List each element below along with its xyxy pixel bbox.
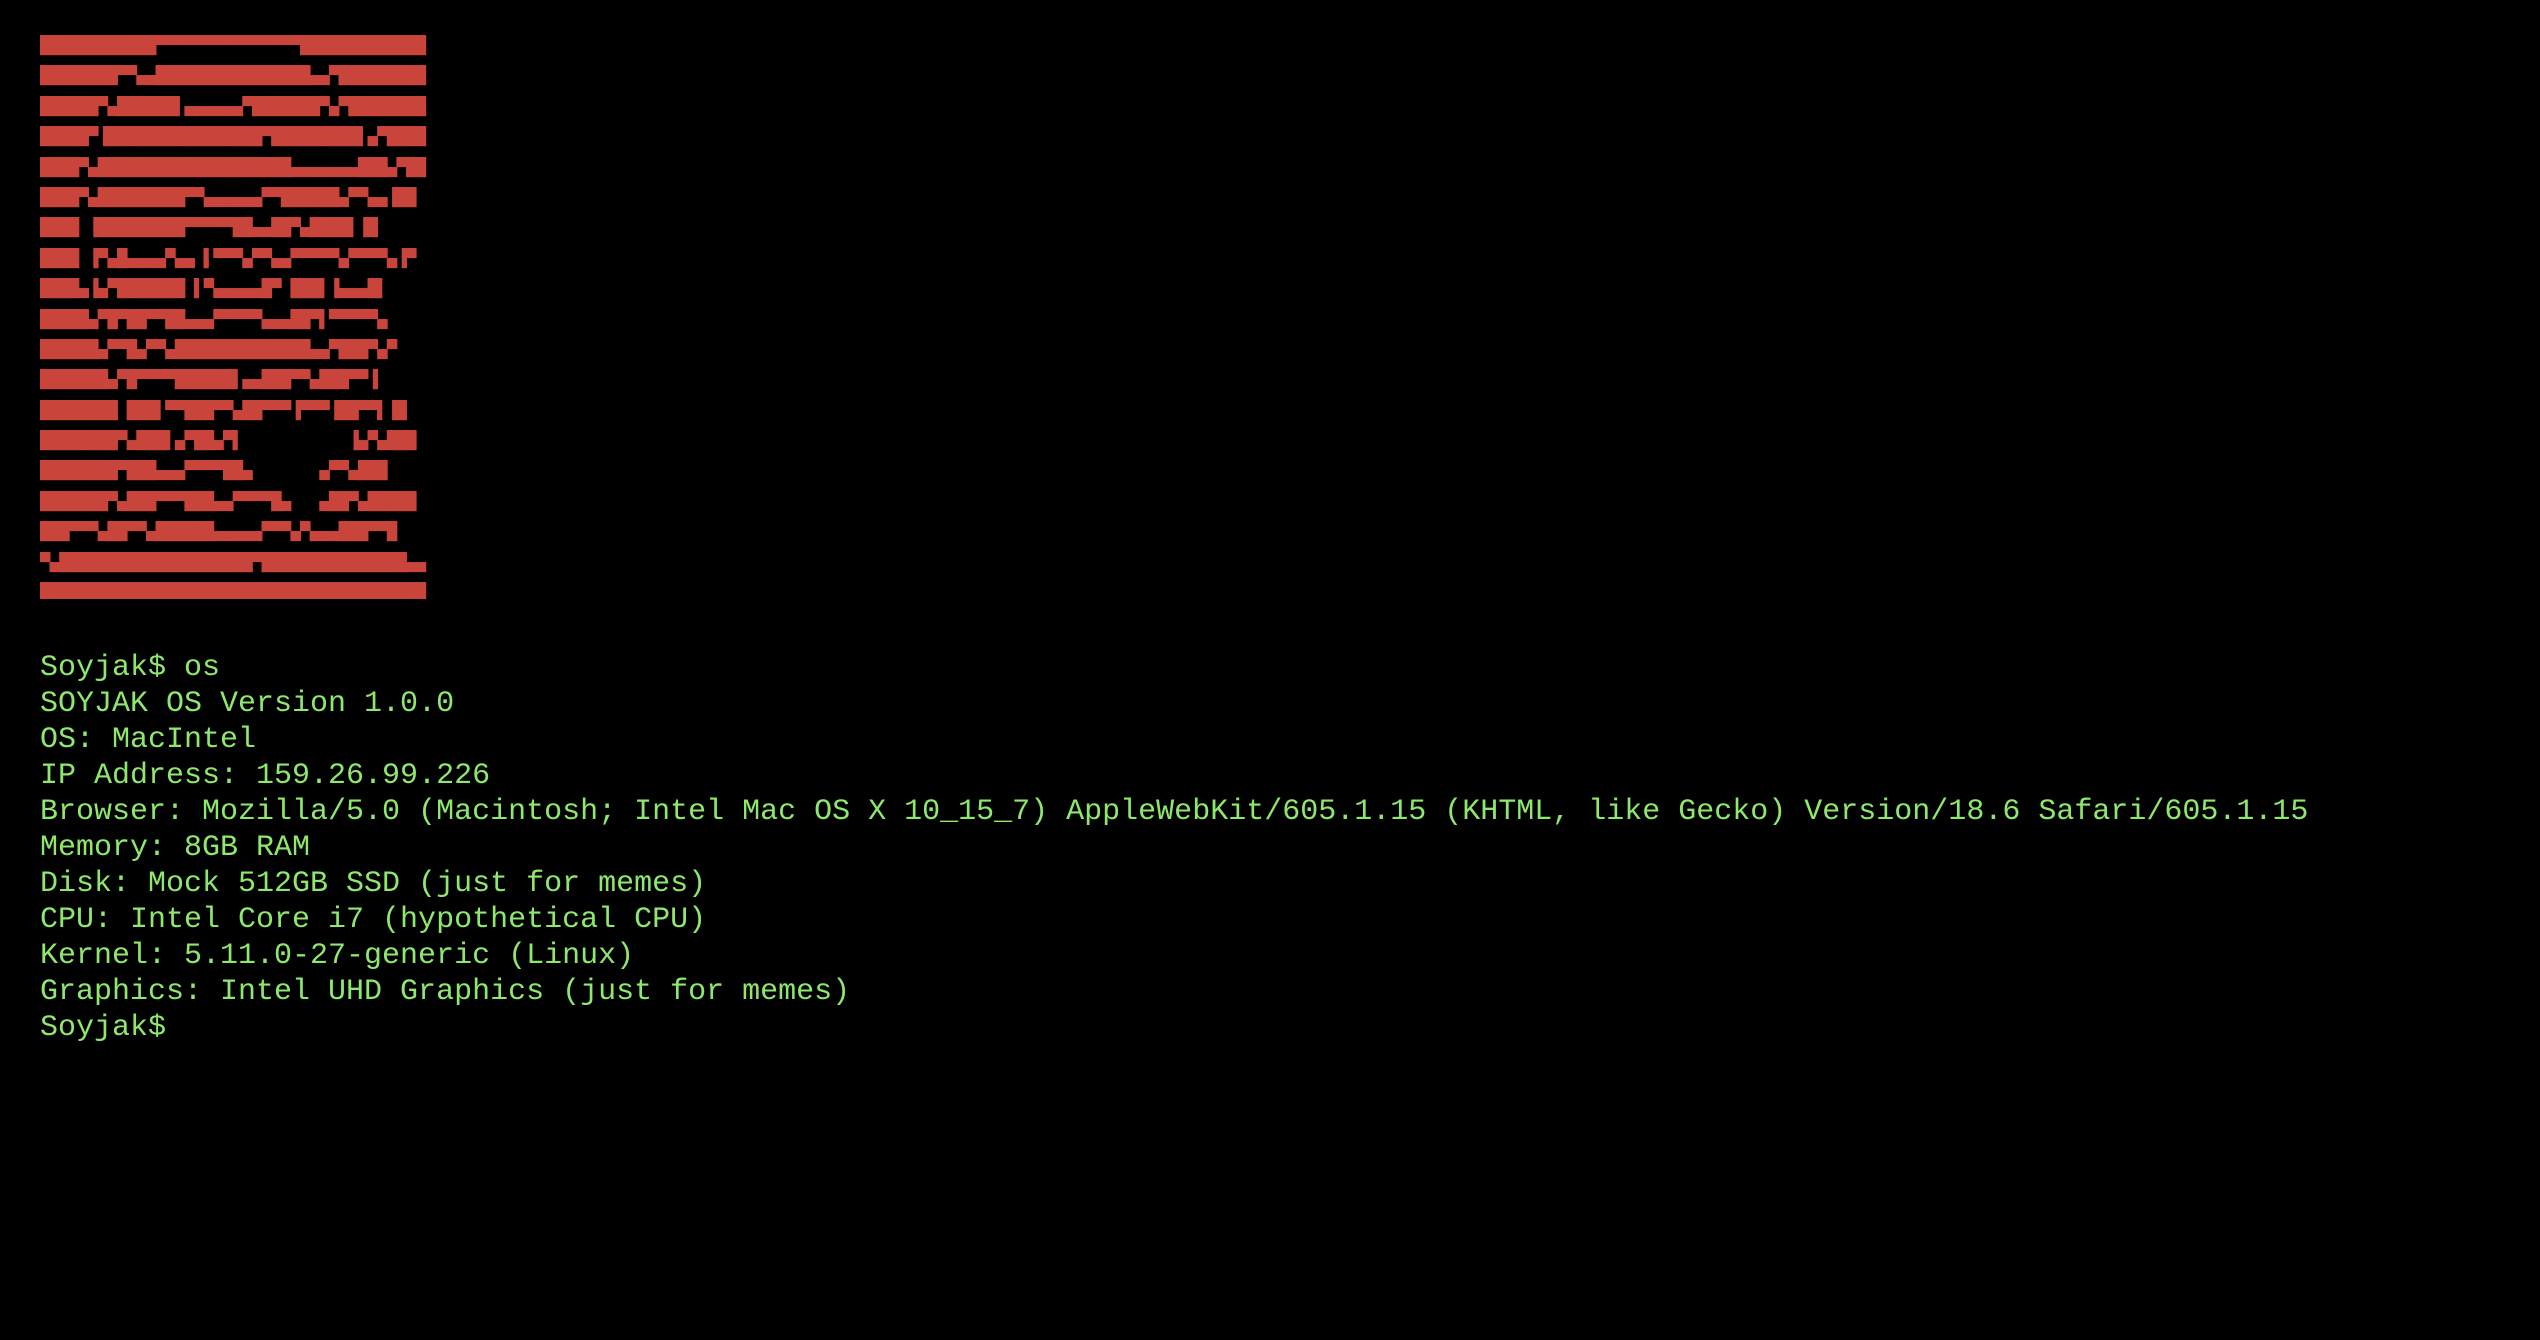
prompt-label: Soyjak$ <box>40 1011 167 1045</box>
ascii-art-row: ████▄▐▄▀███████ ▌▀▄▄▄▄▄█▀ ███▌▐▄▄▄█▌ <box>40 279 387 300</box>
ascii-art-row: ████ ▐▀▄█▄▄▄▄▀▄▄ ▌▀▀▀▄▀▀▄▄▀▀▀▀▀▄▀▀▀▀▄▐▀ <box>40 248 416 269</box>
ascii-art-row: ▀▄████████████████████▀███████████████▄▄ <box>40 552 426 573</box>
ascii-art-row: ████████▀███▄▄▄▀▀▀▀██▄ ▄▀▀▄███ <box>40 461 387 482</box>
terminal-output: Soyjak$ os SOYJAK OS Version 1.0.0 OS: M… <box>40 650 2520 1046</box>
ascii-art-row: ███████▄▀█▀▀▀▀██████▌▄▄███▀▀▄███▀▀▐ <box>40 370 378 391</box>
ascii-art-logo: ████████████▀▀▀▀▀▀▀▀▀▀▀▀▀▀▀█████████████… <box>40 31 534 599</box>
ascii-art-row: ████▀▄█████████▀▀▄▄▄▄▄▄▀▀██████▄▀▀▄▄▐██ <box>40 187 416 208</box>
disk-line: Disk: Mock 512GB SSD (just for memes) <box>40 867 707 901</box>
ascii-art-row: ████████▀▄███▌▄▀██▄▀▌ ▐▄▀▄███ <box>40 431 416 452</box>
prompt-line: Soyjak$ <box>40 1010 2520 1046</box>
ascii-art-row: ████████▀▀▄▄████████████████▄▄▀█████████ <box>40 66 426 87</box>
graphics-line: Graphics: Intel UHD Graphics (just for m… <box>40 975 851 1009</box>
kernel-line: Kernel: 5.11.0-27-generic (Linux) <box>40 939 635 973</box>
ascii-art-row: ██████▀▄██████▌▄▄▄▄▄▄▀███████▀▄▀████████ <box>40 96 426 117</box>
os-line: OS: MacIntel <box>40 723 257 757</box>
terminal-window[interactable]: ████████████▀▀▀▀▀▀▀▀▀▀▀▀▀▀▀█████████████… <box>0 0 2540 1340</box>
ascii-art-row: ████ ▐█████████▀▀▀▀▀██▄▄██▀▄████▌▐█ <box>40 218 378 239</box>
ascii-art-row: ███▀▀▀▄██▀▀▄██████▄▄▄▄▄▀▀▀▄▀▄▄▄███▀▀█ <box>40 522 397 543</box>
ascii-art-row: ████████ ███▌▀▀███▀▀▄██▀▀▀▐▀▀▀▐██▀▀▌▐█ <box>40 400 407 421</box>
os-version-line: SOYJAK OS Version 1.0.0 <box>40 687 455 721</box>
ascii-art-row: ███████▀▄███▀▀▀███▄▄▀▀▀▀█▄ ▄██▀▄█████ <box>40 491 416 512</box>
ascii-art-row: ████████████▀▀▀▀▀▀▀▀▀▀▀▀▀▀▀█████████████ <box>40 36 426 56</box>
ascii-art-row: █████▄▀█▀██▀▀██▄▄▄▀▀▀▀▀▄▄▄██▀▌▀▀▀▀▀▄ <box>40 309 387 330</box>
ascii-art-row: █████▀▐████████████████▀█████████▌▄▀████ <box>40 127 426 148</box>
ip-address-line: IP Address: 159.26.99.226 <box>40 759 491 793</box>
cpu-line: CPU: Intel Core i7 (hypothetical CPU) <box>40 903 707 937</box>
ascii-art-row: ████▀▄████████████████████▄▄▄▄▄▄▄███▄▀██ <box>40 157 426 178</box>
browser-line: Browser: Mozilla/5.0 (Macintosh; Intel M… <box>40 795 2309 829</box>
memory-line: Memory: 8GB RAM <box>40 831 311 865</box>
ascii-art-row: ██████▄▀▀█▄▀▀▄██████████████▄▄▀███▀▄▀ <box>40 339 397 360</box>
command-line: Soyjak$ os <box>40 651 221 685</box>
command-input[interactable] <box>166 1010 567 1044</box>
ascii-art-row: ████████████████████████████████████████ <box>40 583 426 599</box>
